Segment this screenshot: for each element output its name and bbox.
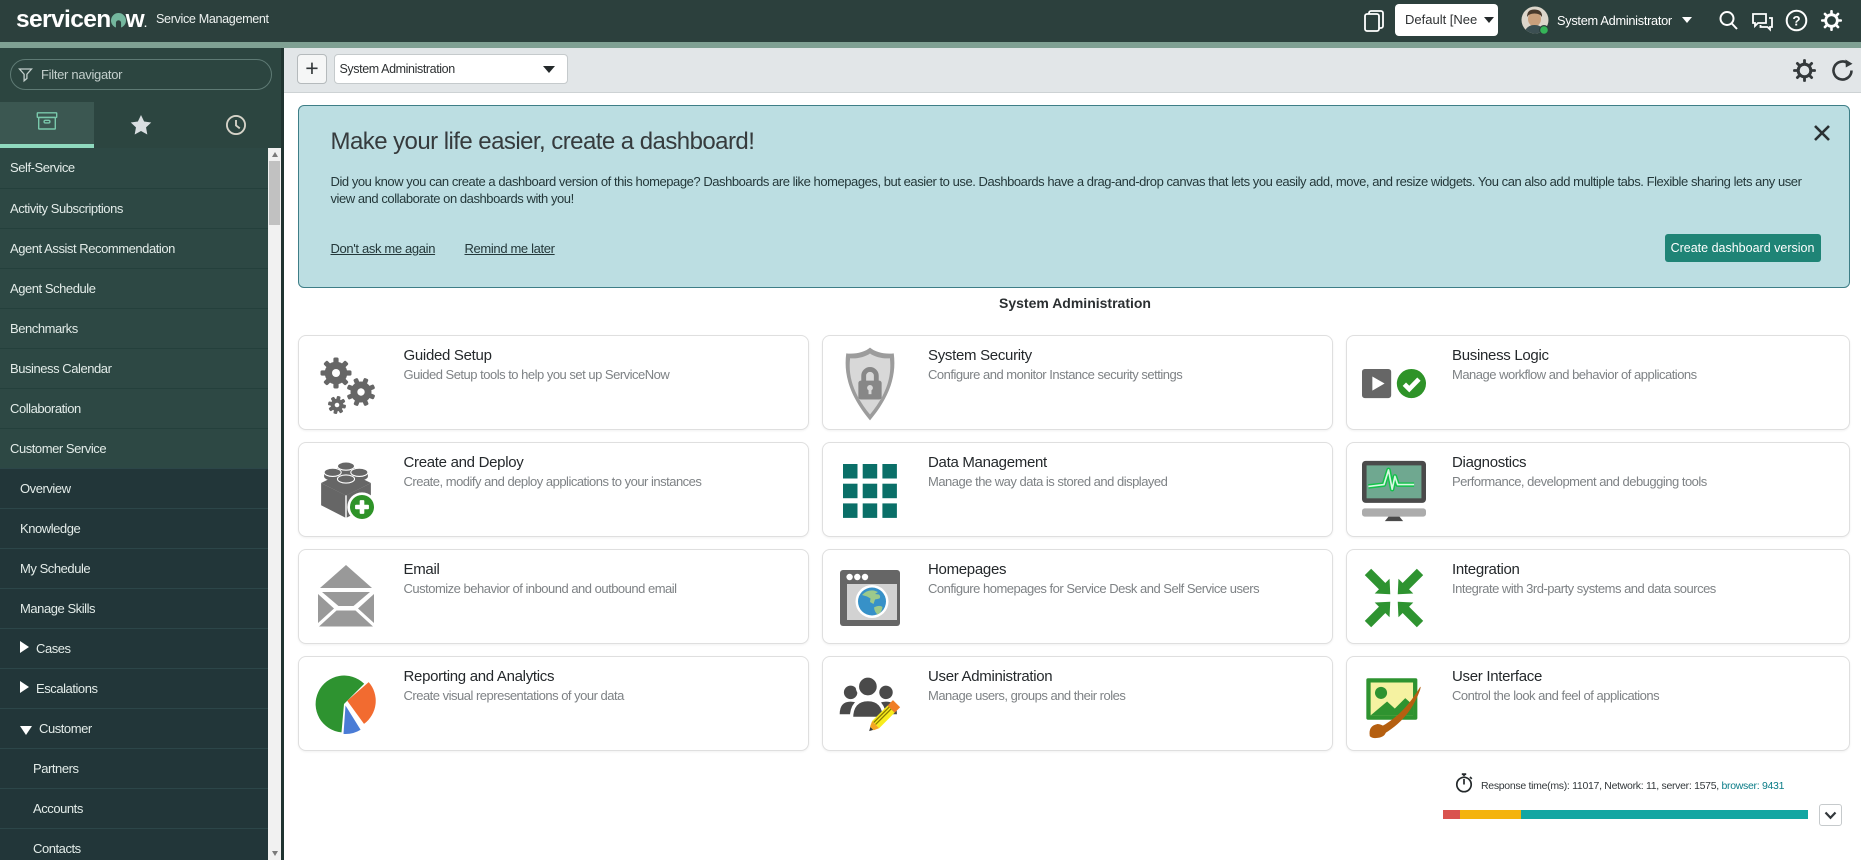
svg-text:?: ? [1792,13,1800,28]
